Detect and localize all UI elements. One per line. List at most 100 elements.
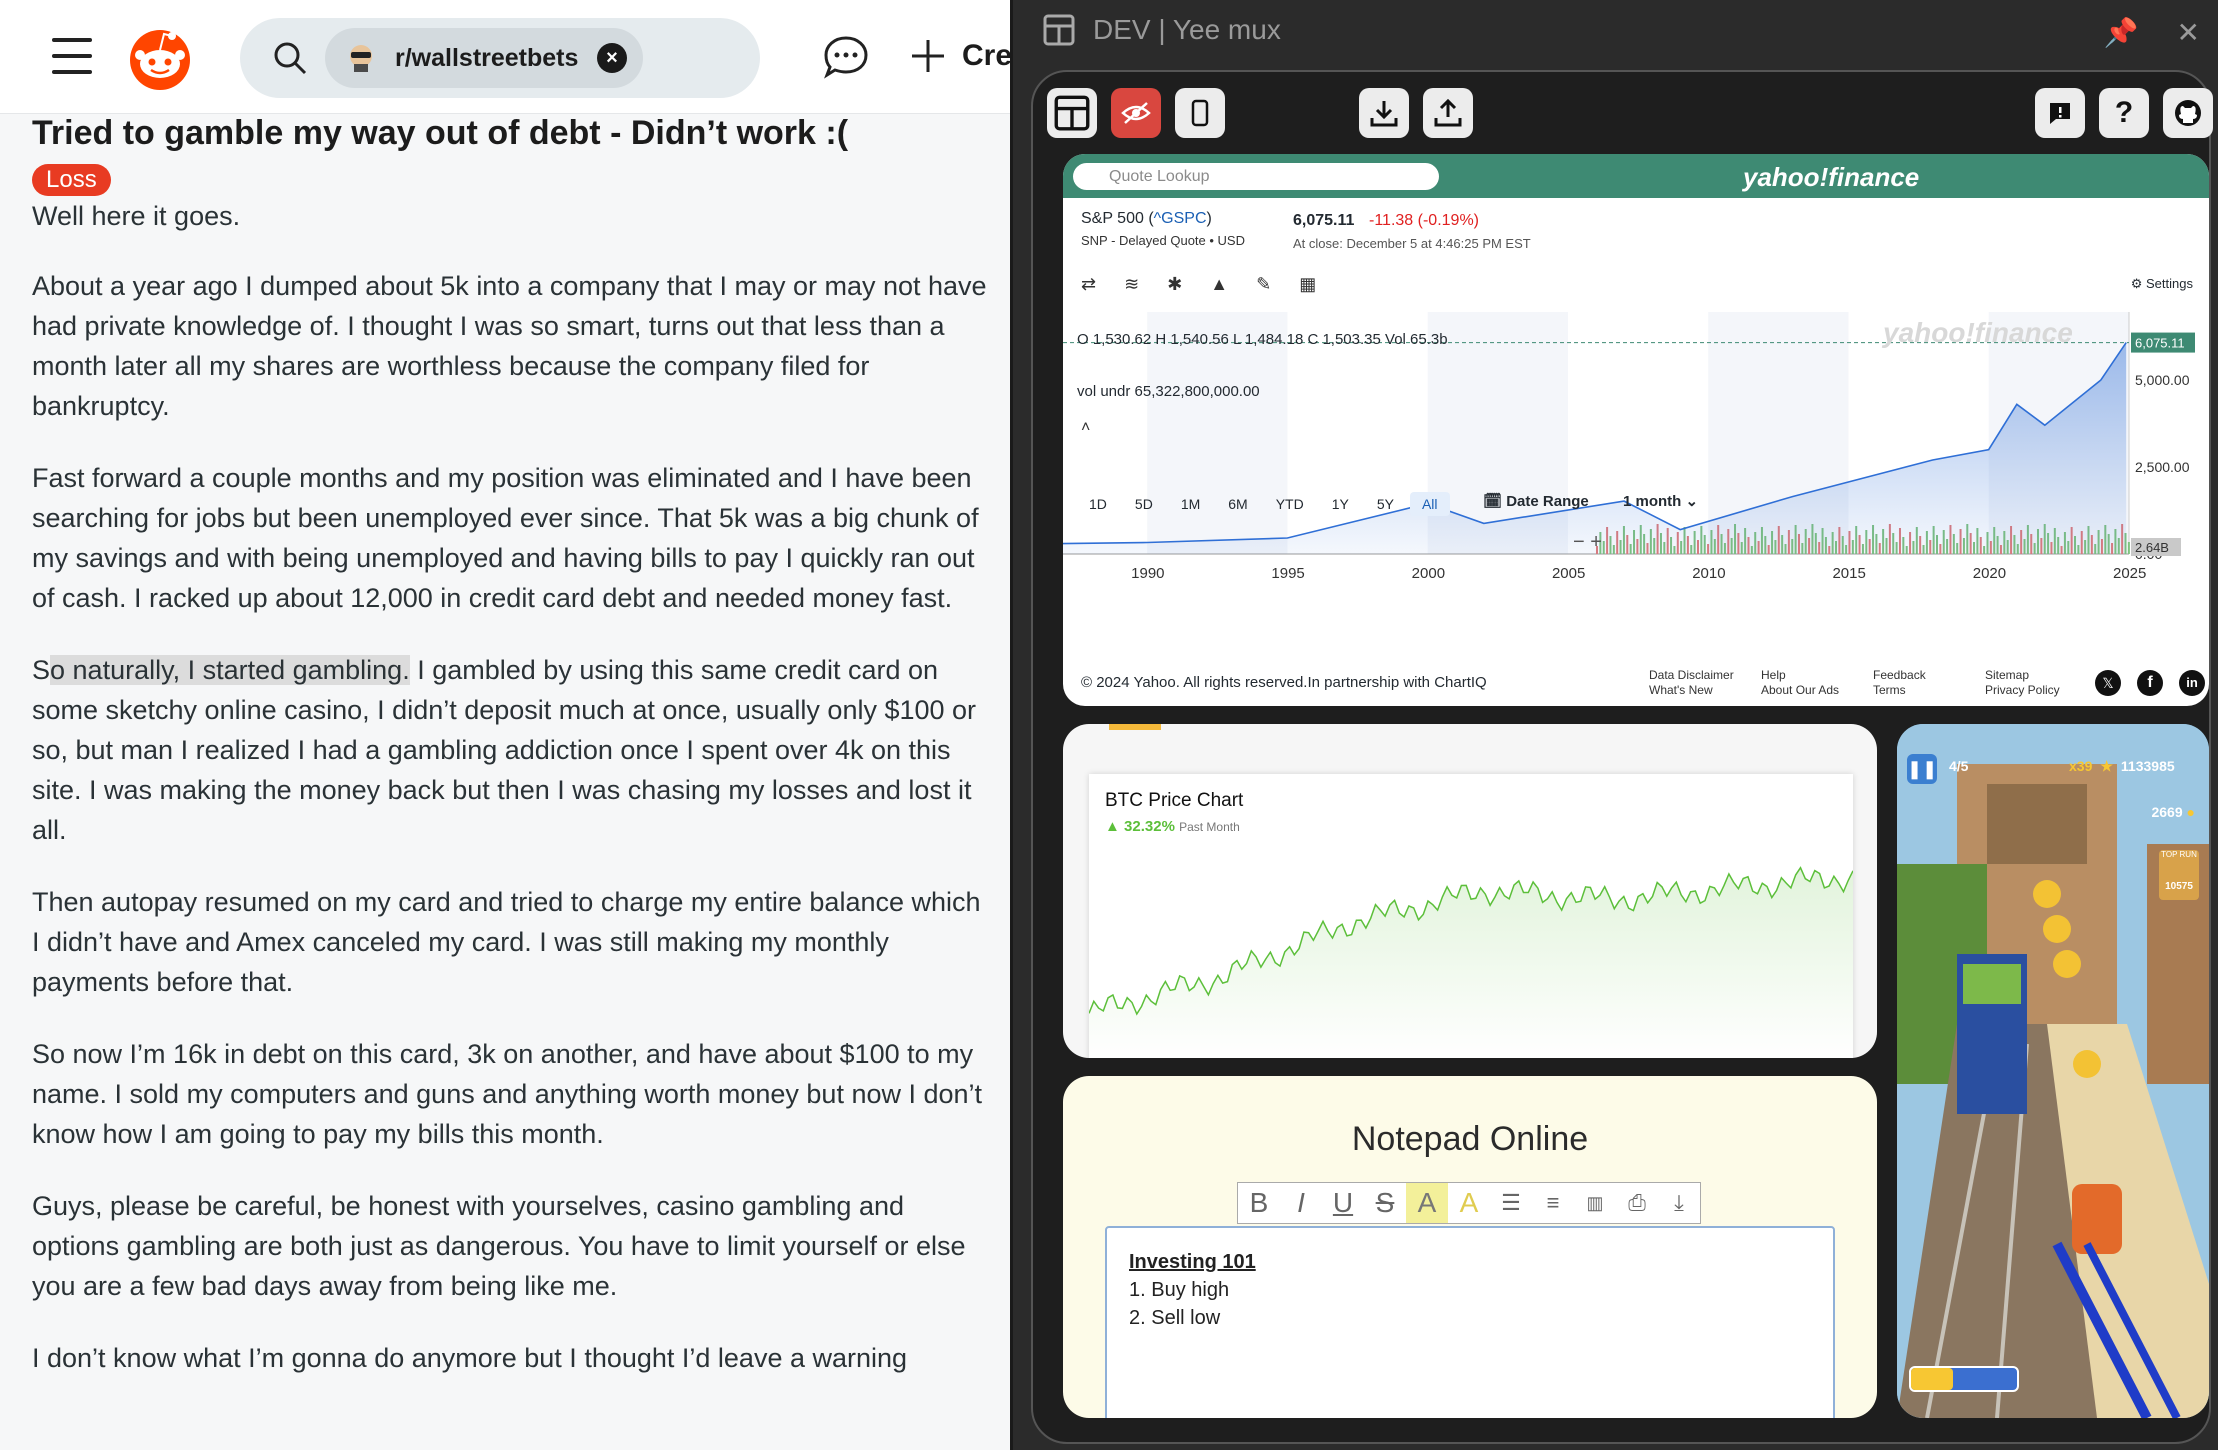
- yeemux-window: DEV | Yee mux 📌 ✕ ? Quote Lookup yahoo!f…: [1013, 0, 2218, 1450]
- footer-link-group: Data Disclaimer What's New: [1649, 668, 1745, 698]
- footer-link[interactable]: Terms: [1873, 683, 1969, 698]
- yahoo-finance-logo[interactable]: yahoo!finance: [1743, 162, 1919, 193]
- window-titlebar: DEV | Yee mux: [1043, 14, 1281, 46]
- range-5y[interactable]: 5Y: [1365, 492, 1406, 516]
- footer-link-group: Help About Our Ads: [1761, 668, 1857, 698]
- chevron-down-icon: ⌄: [1685, 493, 1699, 510]
- x-icon[interactable]: 𝕏: [2095, 670, 2121, 696]
- upload-button[interactable]: [1423, 88, 1473, 138]
- post-paragraph: Fast forward a couple months and my posi…: [32, 463, 979, 613]
- x-tick-label: 1995: [1271, 565, 1304, 582]
- range-1d[interactable]: 1D: [1077, 492, 1119, 516]
- highlighted-text: o naturally, I started gambling.: [50, 655, 410, 685]
- ohlc-readout: O 1,530.62 H 1,540.56 L 1,484.18 C 1,503…: [1077, 331, 1448, 348]
- chart-icon[interactable]: ▥: [1574, 1183, 1616, 1223]
- footer-links: Data Disclaimer What's New Help About Our A…: [1649, 668, 2097, 698]
- close-icon[interactable]: ✕: [2177, 16, 2200, 49]
- post-paragraph: So now I’m 16k in debt on this card, 3k …: [32, 1039, 983, 1149]
- last-price-label: 6,075.11: [2135, 336, 2185, 351]
- y-tick-label: 5,000.00: [2135, 372, 2190, 388]
- footer-link[interactable]: Data Disclaimer: [1649, 668, 1745, 683]
- yahoo-finance-pane: Quote Lookup yahoo!finance S&P 500 (^GSP…: [1063, 154, 2209, 706]
- feedback-button[interactable]: [2035, 88, 2085, 138]
- volume-readout: vol undr 65,322,800,000.00: [1077, 383, 1260, 400]
- download-button[interactable]: [1359, 88, 1409, 138]
- pin-icon[interactable]: 📌: [2104, 16, 2139, 49]
- footer-copyright: © 2024 Yahoo. All rights reserved.In par…: [1081, 674, 1487, 691]
- linkedin-icon[interactable]: in: [2179, 670, 2205, 696]
- reddit-logo-icon[interactable]: [126, 26, 194, 90]
- print-icon[interactable]: ⎙: [1616, 1183, 1658, 1223]
- range-1y[interactable]: 1Y: [1320, 492, 1361, 516]
- calendar-icon: 🗓: [1483, 493, 1503, 510]
- date-range-button[interactable]: 🗓 Date Range: [1483, 492, 1589, 510]
- create-button[interactable]: Cre: [908, 36, 1013, 76]
- wallstreetbets-avatar-icon: [350, 45, 372, 72]
- interval-select[interactable]: 1 month ⌄: [1623, 492, 1698, 510]
- post-flair[interactable]: Loss: [32, 164, 111, 196]
- notepad-editor[interactable]: Investing 101 1. Buy high 2. Sell low: [1105, 1226, 1835, 1418]
- symbol-code[interactable]: ^GSPC: [1154, 210, 1207, 227]
- footer-link[interactable]: What's New: [1649, 683, 1745, 698]
- create-label: Cre: [962, 39, 1013, 72]
- post: Tried to gamble my way out of debt - Did…: [32, 112, 992, 1410]
- chart-type-icon[interactable]: ▲: [1210, 274, 1228, 295]
- download-icon[interactable]: ⤓: [1658, 1183, 1700, 1223]
- scroll-indicator: [1109, 724, 1161, 730]
- draw-icon[interactable]: ✎: [1256, 274, 1271, 295]
- layout-icon: [1043, 14, 1075, 46]
- quote-meta: SNP - Delayed Quote • USD: [1081, 233, 1245, 248]
- range-all[interactable]: All: [1409, 492, 1450, 516]
- subreddit-chip[interactable]: r/wallstreetbets ×: [325, 28, 643, 88]
- yahoo-watermark: yahoo!finance: [1881, 317, 2073, 348]
- subway-surfers-pane[interactable]: ❚❚ 4/5 x39 ★ 1133985 2669 ● TOP RUN 10575: [1897, 724, 2209, 1418]
- btc-area: [1089, 867, 1853, 1058]
- post-title[interactable]: Tried to gamble my way out of debt - Did…: [32, 112, 992, 154]
- post-body: Well here it goes. About a year ago I du…: [32, 196, 992, 1378]
- mobile-view-button[interactable]: [1175, 88, 1225, 138]
- indicators-icon[interactable]: ≋: [1124, 274, 1139, 295]
- bullet-list-icon[interactable]: ☰: [1490, 1183, 1532, 1223]
- quote-lookup-input[interactable]: Quote Lookup: [1073, 163, 1439, 190]
- search-bar[interactable]: r/wallstreetbets ×: [240, 18, 760, 98]
- post-paragraph: I don’t know what I’m gonna do anymore b…: [32, 1343, 908, 1373]
- table-icon[interactable]: ▦: [1299, 274, 1316, 295]
- range-5d[interactable]: 5D: [1123, 492, 1165, 516]
- help-button[interactable]: ?: [2099, 88, 2149, 138]
- highlight-button[interactable]: A: [1406, 1183, 1448, 1223]
- close-time: At close: December 5 at 4:46:25 PM EST: [1293, 236, 1531, 251]
- note-line: 1. Buy high: [1129, 1279, 1230, 1301]
- star-icon: ★: [2100, 758, 2113, 774]
- footer-link[interactable]: About Our Ads: [1761, 683, 1857, 698]
- github-button[interactable]: [2163, 88, 2213, 138]
- compare-icon[interactable]: ⇄: [1081, 274, 1096, 295]
- clear-chip-icon[interactable]: ×: [597, 43, 627, 73]
- text-color-button[interactable]: A: [1448, 1183, 1490, 1223]
- range-ytd[interactable]: YTD: [1264, 492, 1316, 516]
- range-1m[interactable]: 1M: [1169, 492, 1212, 516]
- range-6m[interactable]: 6M: [1216, 492, 1259, 516]
- facebook-icon[interactable]: f: [2137, 670, 2163, 696]
- numbered-list-icon[interactable]: ≡: [1532, 1183, 1574, 1223]
- footer-link[interactable]: Feedback: [1873, 668, 1969, 683]
- strikethrough-button[interactable]: S: [1364, 1183, 1406, 1223]
- footer-link[interactable]: Help: [1761, 668, 1857, 683]
- feedback-icon: [2050, 103, 2070, 124]
- btc-chart-card: BTC Price Chart ▲ 32.32% Past Month: [1089, 774, 1853, 1058]
- events-icon[interactable]: ✱: [1167, 274, 1182, 295]
- settings-button[interactable]: ⚙ Settings: [2131, 276, 2193, 292]
- x-tick-label: 2010: [1692, 565, 1725, 582]
- post-paragraph: Then autopay resumed on my card and trie…: [32, 887, 981, 997]
- hide-button[interactable]: [1111, 88, 1161, 138]
- menu-icon[interactable]: [52, 38, 92, 74]
- pause-icon[interactable]: ❚❚: [1907, 754, 1937, 784]
- game-stage: 4/5: [1949, 758, 1969, 774]
- chat-icon[interactable]: [823, 35, 869, 79]
- bold-button[interactable]: B: [1238, 1183, 1280, 1223]
- subreddit-name: r/wallstreetbets: [395, 43, 579, 72]
- underline-button[interactable]: U: [1322, 1183, 1364, 1223]
- footer-link[interactable]: Sitemap: [1985, 668, 2081, 683]
- footer-link[interactable]: Privacy Policy: [1985, 683, 2081, 698]
- italic-button[interactable]: I: [1280, 1183, 1322, 1223]
- layout-toggle-button[interactable]: [1047, 88, 1097, 138]
